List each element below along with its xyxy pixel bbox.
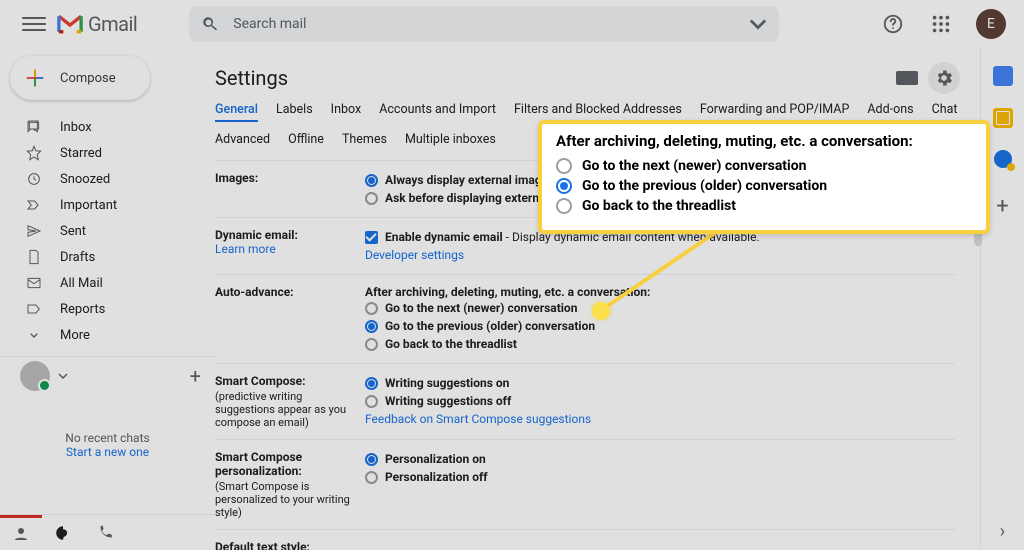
apps-grid-icon[interactable]: [930, 13, 952, 35]
radio-personalization-off[interactable]: [365, 471, 378, 484]
radio-autoadvance-threadlist[interactable]: [365, 338, 378, 351]
plus-multicolor-icon: [24, 67, 46, 89]
gmail-logo[interactable]: Gmail: [56, 12, 137, 36]
new-chat-icon[interactable]: +: [190, 364, 201, 388]
callout-radio-threadlist: [556, 198, 572, 214]
chat-empty-hint: No recent chats Start a new one: [0, 431, 215, 459]
annotation-callout: After archiving, deleting, muting, etc. …: [538, 120, 990, 234]
mail-icon: [26, 275, 42, 291]
sidebar: Compose Inbox Starred Snoozed Important …: [0, 48, 215, 550]
label-icon: [26, 301, 42, 317]
developer-settings-link[interactable]: Developer settings: [365, 246, 464, 264]
settings-gear-button[interactable]: [928, 62, 960, 94]
compose-label: Compose: [60, 71, 116, 86]
input-tools-icon[interactable]: [896, 71, 918, 85]
nav-allmail[interactable]: All Mail: [0, 270, 215, 296]
tab-addons[interactable]: Add-ons: [867, 102, 913, 122]
hangouts-user-row[interactable]: +: [0, 356, 215, 391]
header-bar: Gmail Search mail E: [0, 0, 1024, 48]
tab-labels[interactable]: Labels: [276, 102, 313, 122]
nav-snoozed[interactable]: Snoozed: [0, 166, 215, 192]
nav-inbox[interactable]: Inbox: [0, 114, 215, 140]
get-addons-icon[interactable]: +: [996, 194, 1008, 219]
phone-icon: [96, 524, 114, 542]
nav-starred[interactable]: Starred: [0, 140, 215, 166]
clock-icon: [26, 171, 42, 187]
radio-images-ask[interactable]: [365, 192, 378, 205]
tab-multiple-inboxes[interactable]: Multiple inboxes: [405, 132, 496, 150]
settings-title: Settings: [215, 66, 288, 90]
tab-general[interactable]: General: [215, 102, 258, 122]
radio-smartcompose-on[interactable]: [365, 377, 378, 390]
tab-hangouts[interactable]: [0, 515, 42, 551]
search-icon: [201, 15, 219, 33]
tab-advanced[interactable]: Advanced: [215, 132, 270, 150]
nav-list: Inbox Starred Snoozed Important Sent Dra…: [0, 114, 215, 348]
chat-bottom-tabs: [0, 514, 215, 550]
nav-important[interactable]: Important: [0, 192, 215, 218]
caret-down-icon[interactable]: [58, 371, 68, 381]
inbox-icon: [26, 119, 42, 135]
chat-bubble-icon: [54, 524, 72, 542]
tab-phone[interactable]: [84, 515, 126, 551]
gmail-m-icon: [56, 14, 84, 34]
tab-accounts[interactable]: Accounts and Import: [379, 102, 496, 122]
nav-drafts[interactable]: Drafts: [0, 244, 215, 270]
tab-offline[interactable]: Offline: [288, 132, 324, 150]
search-placeholder: Search mail: [233, 16, 735, 32]
compose-button[interactable]: Compose: [10, 56, 150, 100]
radio-images-always[interactable]: [365, 174, 378, 187]
gear-icon: [934, 68, 954, 88]
radio-autoadvance-next[interactable]: [365, 302, 378, 315]
chevron-down-icon: [26, 327, 42, 343]
help-icon[interactable]: [882, 13, 904, 35]
check-dynamic-email[interactable]: [365, 231, 378, 244]
sent-icon: [26, 223, 42, 239]
gmail-wordmark: Gmail: [88, 12, 137, 36]
user-presence-avatar: [20, 361, 50, 391]
tab-hangouts-chat[interactable]: [42, 515, 84, 551]
person-icon: [12, 525, 30, 543]
tab-inbox[interactable]: Inbox: [331, 102, 362, 122]
calendar-addon-icon[interactable]: [993, 66, 1013, 86]
callout-radio-prev: [556, 178, 572, 194]
star-icon: [26, 145, 42, 161]
radio-autoadvance-prev[interactable]: [365, 320, 378, 333]
nav-more[interactable]: More: [0, 322, 215, 348]
dynamic-learn-more[interactable]: Learn more: [215, 242, 276, 256]
tab-filters[interactable]: Filters and Blocked Addresses: [514, 102, 682, 122]
account-avatar[interactable]: E: [976, 9, 1006, 39]
tab-forwarding[interactable]: Forwarding and POP/IMAP: [700, 102, 850, 122]
tasks-addon-icon[interactable]: [994, 150, 1012, 168]
caret-down-icon[interactable]: [749, 15, 767, 33]
tab-themes[interactable]: Themes: [342, 132, 387, 150]
row-auto-advance: Auto-advance: After archiving, deleting,…: [215, 275, 955, 364]
search-bar[interactable]: Search mail: [189, 6, 779, 42]
hide-rail-icon[interactable]: ›: [1000, 521, 1005, 542]
keep-addon-icon[interactable]: [993, 108, 1013, 128]
smartcompose-feedback-link[interactable]: Feedback on Smart Compose suggestions: [365, 410, 591, 428]
row-personalization: Smart Compose personalization:(Smart Com…: [215, 440, 955, 530]
row-smart-compose: Smart Compose:(predictive writing sugges…: [215, 364, 955, 440]
start-chat-link[interactable]: Start a new one: [66, 445, 149, 459]
drafts-icon: [26, 249, 42, 265]
radio-personalization-on[interactable]: [365, 453, 378, 466]
nav-reports[interactable]: Reports: [0, 296, 215, 322]
radio-smartcompose-off[interactable]: [365, 395, 378, 408]
menu-icon[interactable]: [22, 12, 46, 36]
callout-radio-next: [556, 158, 572, 174]
nav-sent[interactable]: Sent: [0, 218, 215, 244]
important-icon: [26, 197, 42, 213]
tab-chat[interactable]: Chat: [932, 102, 958, 122]
row-text-style: Default text style:: [215, 530, 955, 551]
